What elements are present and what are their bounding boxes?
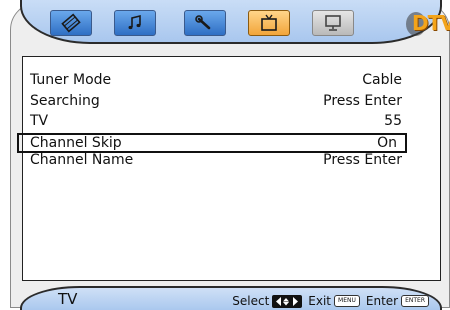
dtv-logo-text: DTV bbox=[412, 11, 450, 35]
tab-bar: DTV bbox=[20, 0, 450, 44]
menu-item-label: Channel Name bbox=[30, 152, 134, 168]
tab-setup[interactable] bbox=[184, 10, 226, 36]
menu-item-value: Press Enter bbox=[323, 152, 402, 168]
footer-help: Select Exit MENU Enter ENTER bbox=[232, 294, 432, 308]
footer-bar: TV Select Exit MENU Enter ENTER bbox=[20, 286, 442, 310]
tab-sound[interactable] bbox=[114, 10, 156, 36]
tab-tv[interactable] bbox=[248, 10, 290, 36]
monitor-icon bbox=[325, 15, 341, 31]
arrow-keys-icon bbox=[272, 294, 303, 308]
menu-item-channel-name[interactable]: Channel Name Press Enter bbox=[30, 151, 402, 170]
exit-label: Exit bbox=[308, 294, 332, 308]
enter-label: Enter bbox=[365, 294, 399, 308]
menu-item-label: Searching bbox=[30, 93, 100, 109]
menu-item-label: TV bbox=[30, 113, 49, 129]
menu-item-value: Cable bbox=[362, 72, 402, 88]
footer-title: TV bbox=[58, 290, 78, 308]
menu-item-value: 55 bbox=[384, 113, 402, 129]
tab-pc[interactable] bbox=[312, 10, 354, 36]
dtv-logo: DTV bbox=[404, 8, 450, 38]
menu-item-label: Tuner Mode bbox=[30, 72, 112, 88]
menu-item-tv[interactable]: TV 55 bbox=[30, 112, 402, 131]
menu-item-value: Press Enter bbox=[323, 93, 402, 109]
film-strip-icon bbox=[61, 13, 81, 33]
tv-icon bbox=[261, 14, 277, 31]
music-note-icon bbox=[128, 14, 141, 30]
menu-item-searching[interactable]: Searching Press Enter bbox=[30, 92, 402, 111]
wrench-icon bbox=[195, 15, 211, 30]
select-label: Select bbox=[232, 294, 270, 308]
menu-item-tuner-mode[interactable]: Tuner Mode Cable bbox=[30, 71, 402, 90]
menu-key-icon: MENU bbox=[334, 295, 360, 307]
menu-item-channel-skip[interactable]: Channel Skip On bbox=[17, 133, 407, 153]
enter-key-icon: ENTER bbox=[401, 295, 429, 307]
tab-picture[interactable] bbox=[50, 10, 92, 36]
